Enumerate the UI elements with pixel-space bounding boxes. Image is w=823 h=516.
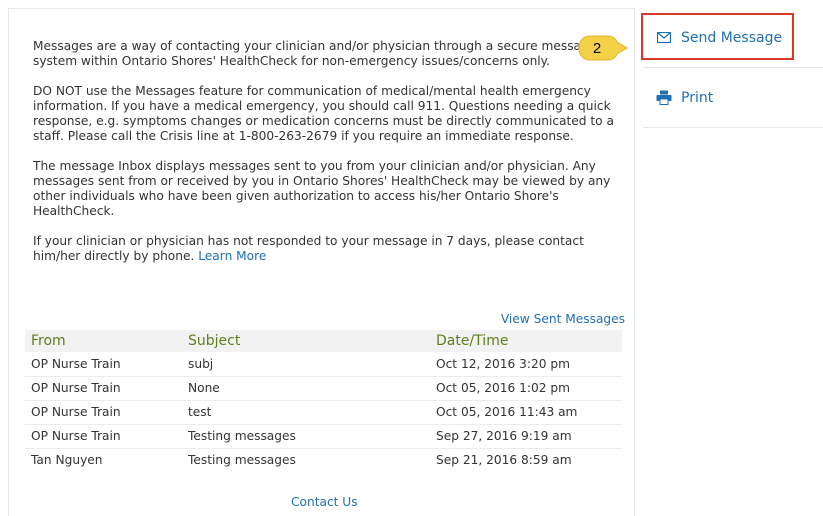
callout-bubble [578,35,628,61]
intro-paragraph-4-text: If your clinician or physician has not r… [33,234,584,263]
table-row[interactable]: OP Nurse Train test Oct 05, 2016 11:43 a… [25,400,622,425]
intro-paragraph-2: DO NOT use the Messages feature for comm… [33,84,614,143]
column-header-subject[interactable]: Subject [182,330,430,352]
actions-sidebar: Send Message Print [641,8,823,128]
printer-icon [655,90,673,106]
send-message-button[interactable]: Send Message [641,8,823,68]
cell-subject: None [182,376,430,401]
cell-subject: subj [182,352,430,377]
messages-table: From Subject Date/Time OP Nurse Train su… [25,330,622,472]
print-label: Print [681,89,714,106]
intro-paragraph-3: The message Inbox displays messages sent… [33,159,611,218]
intro-paragraph-4: If your clinician or physician has not r… [33,234,623,264]
intro-text: Messages are a way of contacting your cl… [33,39,623,279]
cell-datetime: Oct 12, 2016 3:20 pm [430,352,622,377]
cell-from: Tan Nguyen [31,453,103,468]
table-header-row: From Subject Date/Time [25,330,622,352]
cell-datetime: Oct 05, 2016 11:43 am [430,400,622,425]
cell-datetime: Oct 05, 2016 1:02 pm [430,376,622,401]
step-callout: 2 [578,35,628,61]
column-header-datetime[interactable]: Date/Time [430,330,622,352]
table-row[interactable]: Tan Nguyen Testing messages Sep 21, 2016… [25,448,622,472]
table-row[interactable]: OP Nurse Train None Oct 05, 2016 1:02 pm [25,376,622,401]
cell-datetime: Sep 27, 2016 9:19 am [430,424,622,449]
table-row[interactable]: OP Nurse Train subj Oct 12, 2016 3:20 pm [25,352,622,377]
callout-number: 2 [593,40,601,57]
contact-us-link[interactable]: Contact Us [291,495,358,509]
view-sent-messages-link[interactable]: View Sent Messages [501,312,625,326]
highlight-box [641,13,794,60]
cell-from: OP Nurse Train [25,352,182,377]
cell-subject: Testing messages [188,453,296,468]
cell-subject: Testing messages [182,424,430,449]
cell-from: OP Nurse Train [25,424,182,449]
learn-more-link[interactable]: Learn More [198,249,266,263]
cell-subject: test [182,400,430,425]
cell-from: OP Nurse Train [25,400,182,425]
cell-from: OP Nurse Train [25,376,182,401]
column-header-from[interactable]: From [25,330,182,352]
intro-paragraph-1: Messages are a way of contacting your cl… [33,39,597,68]
table-row[interactable]: OP Nurse Train Testing messages Sep 27, … [25,424,622,449]
print-button[interactable]: Print [643,68,823,128]
messages-panel: Messages are a way of contacting your cl… [8,8,635,516]
cell-datetime: Sep 21, 2016 8:59 am [436,453,572,468]
